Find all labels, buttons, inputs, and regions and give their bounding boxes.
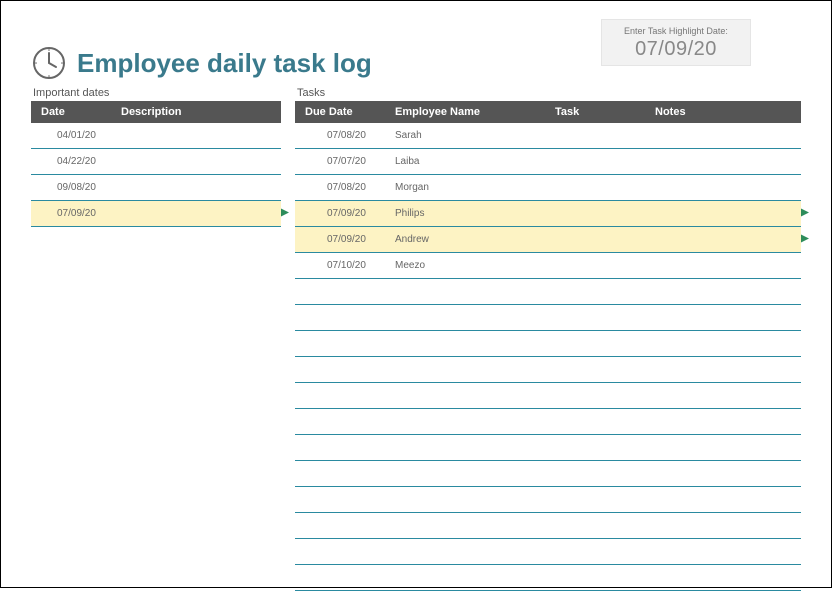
task-empty-row[interactable] [295,565,801,591]
important-row[interactable]: 04/22/20 [31,149,281,175]
task-due-cell: 07/08/20 [295,130,395,141]
task-empty-row[interactable] [295,539,801,565]
task-empty-row[interactable] [295,357,801,383]
clock-icon [31,45,67,81]
task-row[interactable]: 07/09/20Philips [295,201,801,227]
columns: Important dates Date Description 04/01/2… [31,87,801,591]
tasks-col-notes: Notes [655,106,801,118]
task-empty-row[interactable] [295,513,801,539]
task-due-cell: 07/09/20 [295,234,395,245]
flag-icon [799,206,811,221]
page-title: Employee daily task log [77,48,372,79]
task-emp-cell: Laiba [395,156,555,167]
highlight-date-label: Enter Task Highlight Date: [602,26,750,36]
task-emp-cell: Philips [395,208,555,219]
important-date-cell: 04/01/20 [31,130,121,141]
important-row[interactable]: 07/09/20 [31,201,281,227]
task-empty-row[interactable] [295,461,801,487]
tasks-col-emp: Employee Name [395,106,555,118]
tasks-col-due: Due Date [295,106,395,118]
important-table-body: 04/01/20 04/22/20 09/08/20 07/09/20 [31,123,281,227]
flag-icon [279,206,291,221]
important-col-desc: Description [121,106,281,118]
task-empty-row[interactable] [295,487,801,513]
tasks-section-label: Tasks [295,87,801,99]
important-date-cell: 09/08/20 [31,182,121,193]
tasks-table-body: 07/08/20Sarah07/07/20Laiba07/08/20Morgan… [295,123,801,591]
task-due-cell: 07/07/20 [295,156,395,167]
highlight-date-box[interactable]: Enter Task Highlight Date: 07/09/20 [601,19,751,66]
task-empty-row[interactable] [295,279,801,305]
tasks-section: Tasks Due Date Employee Name Task Notes … [295,87,801,591]
task-emp-cell: Morgan [395,182,555,193]
important-section-label: Important dates [31,87,281,99]
tasks-table-header: Due Date Employee Name Task Notes [295,101,801,123]
task-empty-row[interactable] [295,383,801,409]
important-date-cell: 04/22/20 [31,156,121,167]
title-wrap: Employee daily task log [31,19,372,81]
task-row[interactable]: 07/09/20Andrew [295,227,801,253]
task-due-cell: 07/08/20 [295,182,395,193]
task-due-cell: 07/09/20 [295,208,395,219]
tasks-col-task: Task [555,106,655,118]
header: Employee daily task log Enter Task Highl… [31,19,801,81]
important-date-cell: 07/09/20 [31,208,121,219]
important-row[interactable]: 04/01/20 [31,123,281,149]
flag-icon [799,232,811,247]
task-row[interactable]: 07/10/20Meezo [295,253,801,279]
task-due-cell: 07/10/20 [295,260,395,271]
task-empty-row[interactable] [295,305,801,331]
task-row[interactable]: 07/07/20Laiba [295,149,801,175]
important-col-date: Date [31,106,121,118]
task-empty-row[interactable] [295,409,801,435]
task-empty-row[interactable] [295,331,801,357]
task-row[interactable]: 07/08/20Sarah [295,123,801,149]
task-row[interactable]: 07/08/20Morgan [295,175,801,201]
task-emp-cell: Andrew [395,234,555,245]
important-table-header: Date Description [31,101,281,123]
important-row[interactable]: 09/08/20 [31,175,281,201]
task-empty-row[interactable] [295,435,801,461]
highlight-date-value: 07/09/20 [602,38,750,61]
task-emp-cell: Sarah [395,130,555,141]
important-dates-section: Important dates Date Description 04/01/2… [31,87,281,591]
task-emp-cell: Meezo [395,260,555,271]
